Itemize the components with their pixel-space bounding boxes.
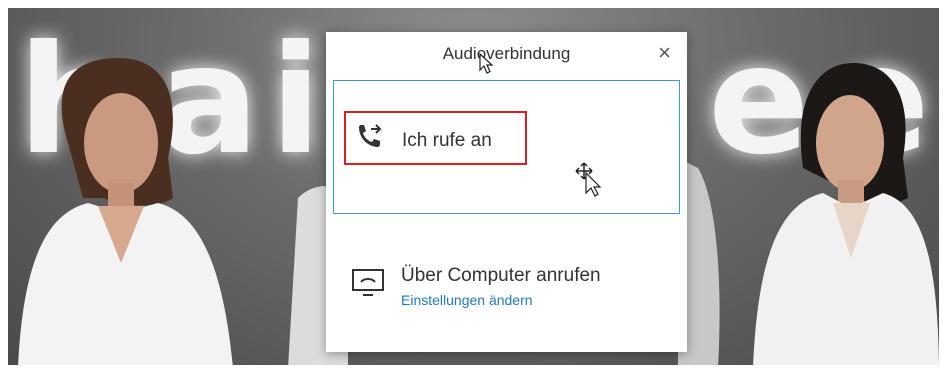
audio-connection-dialog: Audioverbindung × Ich rufe an Über Compu… <box>326 32 687 352</box>
change-settings-link[interactable]: Einstellungen ändern <box>401 292 533 308</box>
background-photo: h a i e e Audioverbindung × Ic <box>8 8 939 365</box>
dialog-title: Audioverbindung <box>442 44 571 63</box>
move-cursor-icon <box>575 162 602 197</box>
person-left-photo <box>18 58 233 365</box>
close-button[interactable]: × <box>658 40 671 66</box>
person-right-photo <box>753 63 939 365</box>
arrow-cursor-icon <box>479 52 494 74</box>
option-computer-call[interactable]: Über Computer anrufen Einstellungen ände… <box>333 220 680 330</box>
option-label-i-will-call: Ich rufe an <box>402 130 492 151</box>
option-i-will-call[interactable]: Ich rufe an <box>333 80 680 214</box>
computer-audio-icon <box>352 269 384 296</box>
option-label-computer-call: Über Computer anrufen <box>401 265 601 286</box>
phone-forward-icon <box>359 124 382 147</box>
